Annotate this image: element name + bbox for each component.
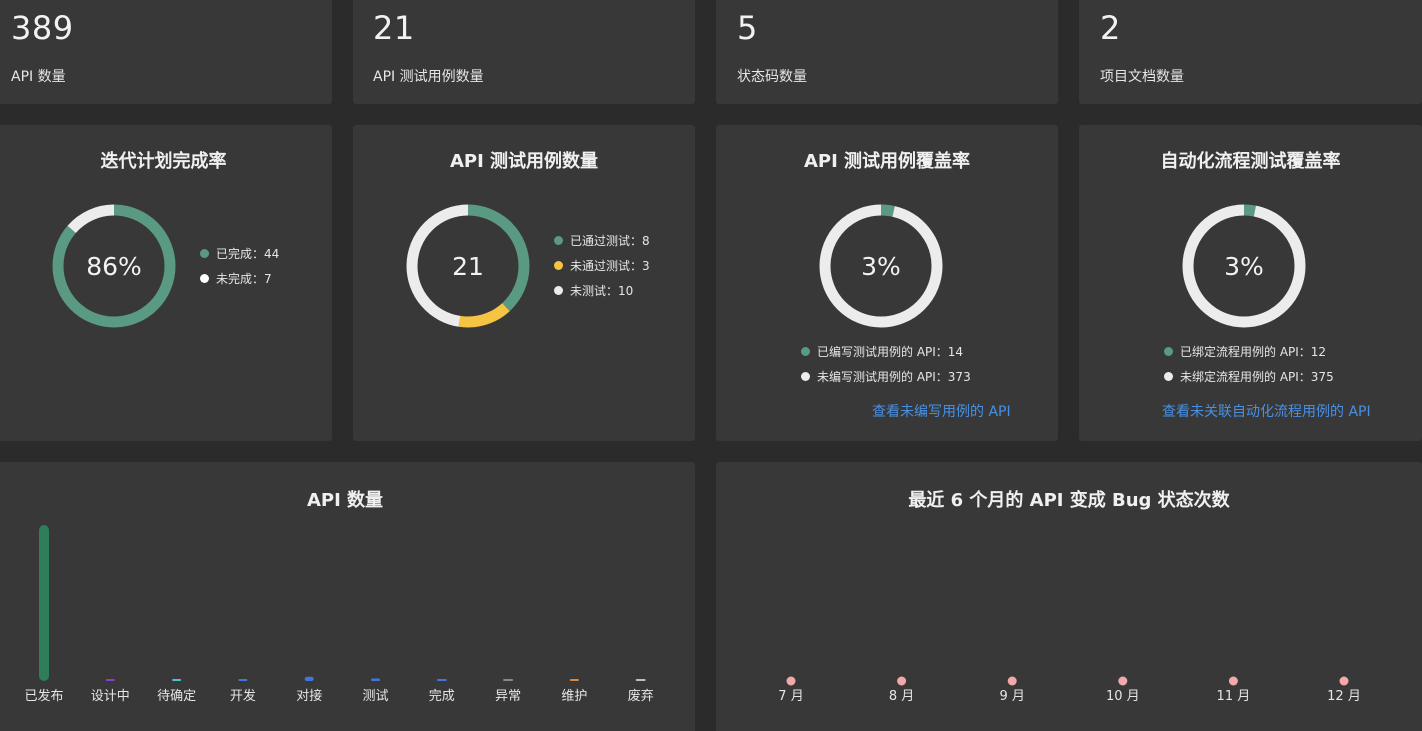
x-tick-label: 10 月 xyxy=(1106,689,1140,704)
bar-3 xyxy=(238,679,248,681)
x-tick-label: 测试 xyxy=(362,689,388,704)
bottom-charts-svg: 已发布 设计中 待确定 开发 对接 测试 完成 异常 维护 废弃 7 月 8 月 9 月 10 月 11 … xyxy=(24,525,1361,704)
bar-9 xyxy=(635,679,646,681)
bar-6 xyxy=(436,679,447,681)
x-tick-label: 已发布 xyxy=(24,688,63,704)
bar-4 xyxy=(304,676,314,681)
bar-2 xyxy=(172,679,182,681)
bug-trend-chart: 7 月 8 月 9 月 10 月 11 月 12 月 xyxy=(778,676,1361,704)
point-3 xyxy=(1118,676,1128,686)
bar-7 xyxy=(503,679,514,681)
x-tick-label: 开发 xyxy=(230,688,256,704)
bar-8 xyxy=(569,679,579,681)
x-tick-label: 8 月 xyxy=(889,689,914,704)
point-0 xyxy=(786,676,796,686)
x-tick-label: 对接 xyxy=(296,688,322,704)
api-count-bar-chart: 已发布 设计中 待确定 开发 对接 测试 完成 异常 维护 废弃 xyxy=(24,525,654,704)
x-tick-label: 维护 xyxy=(561,689,587,704)
x-tick-label: 完成 xyxy=(429,689,455,704)
x-tick-label: 12 月 xyxy=(1327,689,1361,704)
x-tick-label: 异常 xyxy=(495,689,521,704)
x-tick-label: 废弃 xyxy=(628,688,654,704)
bar-5 xyxy=(371,678,380,681)
x-tick-label: 9 月 xyxy=(999,689,1024,704)
bar-1 xyxy=(105,679,115,681)
x-tick-label: 7 月 xyxy=(778,689,803,704)
x-tick-label: 待确定 xyxy=(157,689,196,704)
point-2 xyxy=(1007,676,1017,686)
x-tick-label: 11 月 xyxy=(1217,689,1251,704)
point-4 xyxy=(1228,676,1238,686)
point-5 xyxy=(1339,676,1349,686)
x-tick-label: 设计中 xyxy=(91,689,130,704)
point-1 xyxy=(897,676,907,686)
bar-0 xyxy=(39,525,49,681)
